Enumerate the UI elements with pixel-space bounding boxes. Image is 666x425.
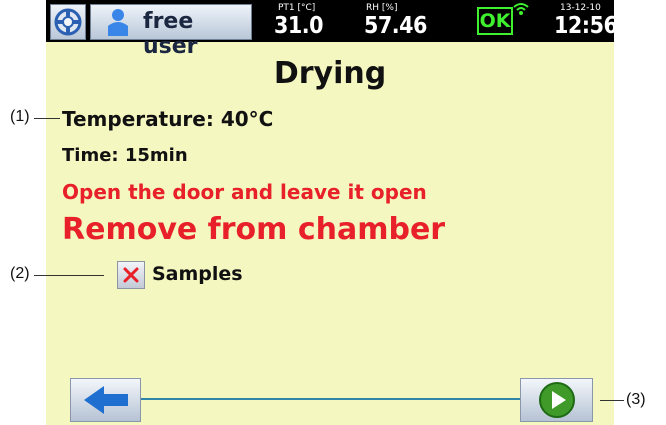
remove-warning: Remove from chamber	[62, 212, 446, 247]
page-title: Drying	[273, 56, 387, 91]
callout-1-line	[34, 118, 60, 119]
callout-2-line	[34, 275, 104, 276]
callout-2: (2)	[10, 265, 30, 282]
user-label: free user	[143, 9, 198, 59]
callout-1: (1)	[10, 108, 30, 125]
sensor2-value: 57.46	[364, 13, 427, 39]
sensor1-value: 31.0	[274, 13, 324, 39]
callout-3-line	[600, 400, 624, 401]
samples-checkbox[interactable]	[117, 261, 145, 289]
wifi-icon	[513, 3, 529, 15]
callout-3: (3)	[626, 391, 646, 408]
temperature-setting: Temperature: 40°C	[62, 107, 274, 131]
samples-label: Samples	[152, 263, 243, 285]
arrow-left-icon	[84, 386, 128, 414]
user-icon	[108, 9, 128, 36]
connection-status-badge: OK	[477, 7, 513, 35]
door-instruction: Open the door and leave it open	[62, 180, 427, 204]
lifebuoy-icon	[54, 8, 82, 36]
progress-line	[141, 398, 520, 400]
back-button[interactable]	[70, 378, 141, 422]
cross-icon	[123, 267, 139, 283]
sensor2-label: RH [%]	[366, 3, 398, 13]
menu-button[interactable]	[50, 4, 86, 40]
user-button[interactable]: free user	[90, 4, 252, 59]
date-readout: 13-12-10	[560, 3, 601, 13]
status-bar: free user PT1 [°C] 31.0 RH [%] 57.46 OK …	[46, 0, 618, 59]
time-readout: 12:56	[554, 13, 618, 39]
start-button[interactable]	[520, 378, 593, 422]
time-setting: Time: 15min	[62, 145, 188, 166]
play-icon	[539, 382, 575, 418]
sensor1-label: PT1 [°C]	[278, 3, 316, 13]
